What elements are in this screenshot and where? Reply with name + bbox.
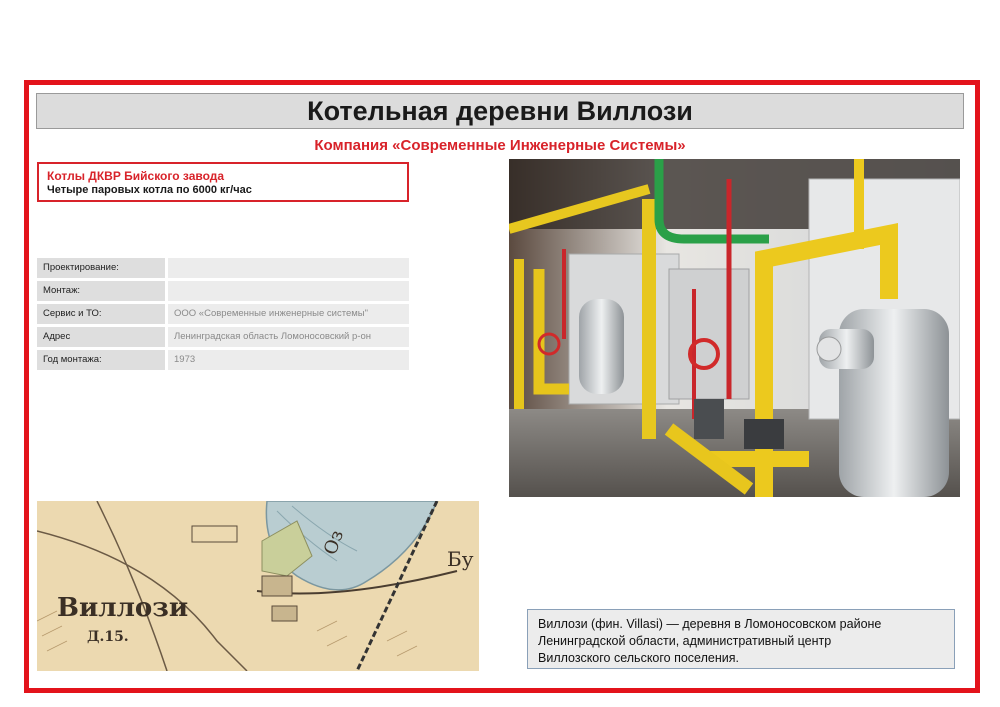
note-line: Виллозского сельского поселения.: [538, 651, 739, 665]
village-note: Виллози (фин. Villasi) — деревня в Ломон…: [527, 609, 955, 669]
info-row-installation: Монтаж:: [37, 281, 409, 301]
info-value: [168, 281, 409, 301]
boiler-heading: Котлы ДКВР Бийского завода: [47, 169, 225, 183]
note-line: Ленинградской области, административный …: [538, 634, 832, 648]
map-houses-label: Д.15.: [87, 629, 129, 645]
info-label: Адрес: [37, 327, 165, 347]
page-title: Котельная деревни Виллози: [307, 95, 693, 126]
map-side-label: Бу: [447, 547, 474, 571]
map-village-label: Виллози: [57, 593, 188, 623]
village-map: Виллози Д.15. Оз Бу: [37, 501, 479, 671]
info-value: Ленинградская область Ломоносовский р-он: [168, 327, 409, 347]
info-value: 1973: [168, 350, 409, 370]
boiler-info-box: Котлы ДКВР Бийского завода Четыре паровы…: [37, 162, 409, 202]
info-row-year: Год монтажа: 1973: [37, 350, 409, 370]
info-label: Сервис и ТО:: [37, 304, 165, 324]
info-value: [168, 258, 409, 278]
info-value: ООО «Современные инженерные системы": [168, 304, 409, 324]
info-row-service: Сервис и ТО: ООО «Современные инженерные…: [37, 304, 409, 324]
info-row-address: Адрес Ленинградская область Ломоносовски…: [37, 327, 409, 347]
info-label: Год монтажа:: [37, 350, 165, 370]
boiler-description: Четыре паровых котла по 6000 кг/час: [47, 184, 252, 196]
title-bar: Котельная деревни Виллози: [36, 93, 964, 129]
boiler-room-photo: [509, 159, 960, 497]
company-subtitle: Компания «Современные Инженерные Системы…: [314, 137, 686, 154]
info-label: Проектирование:: [37, 258, 165, 278]
note-line: Виллози (фин. Villasi) — деревня в Ломон…: [538, 617, 882, 631]
info-table: Проектирование: Монтаж: Сервис и ТО: ООО…: [37, 258, 409, 373]
info-row-design: Проектирование:: [37, 258, 409, 278]
info-label: Монтаж:: [37, 281, 165, 301]
